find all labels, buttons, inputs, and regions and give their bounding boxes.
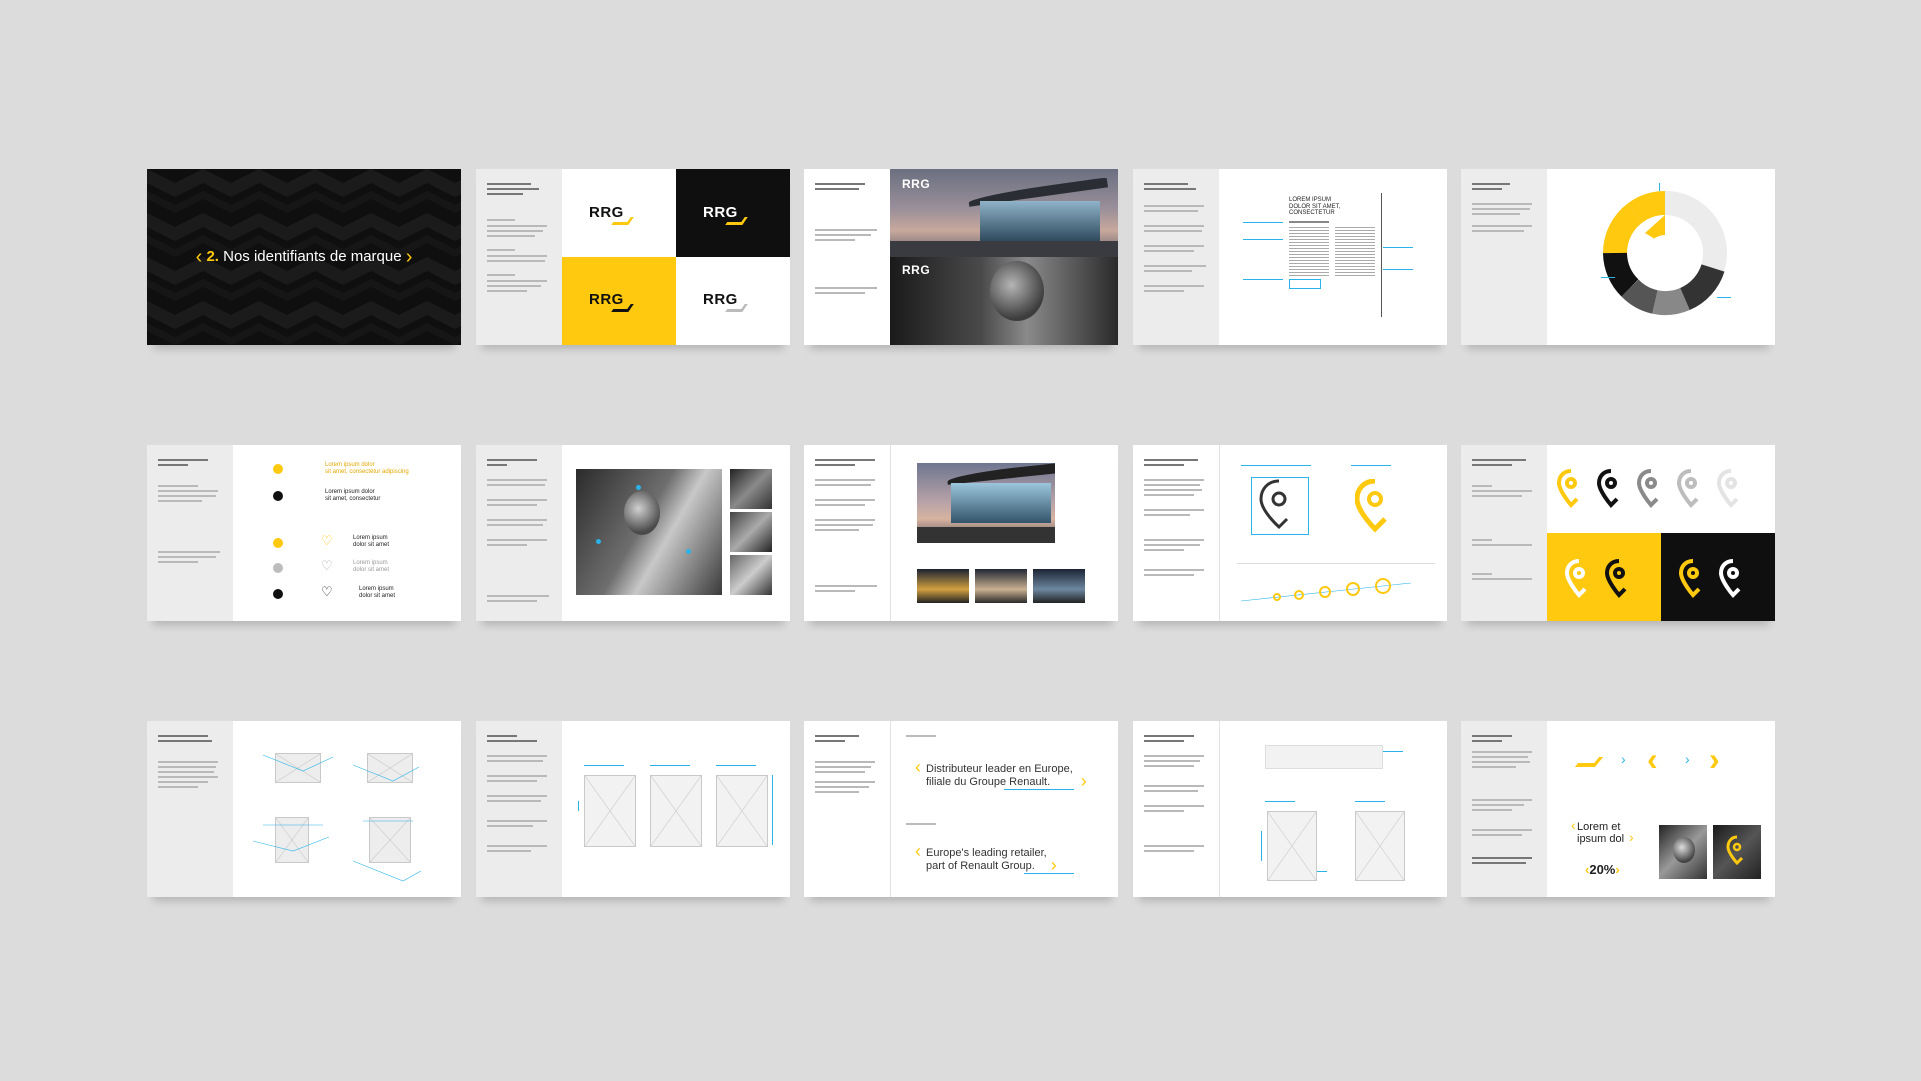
chevron-right-icon: › — [1709, 741, 1720, 777]
placeholder-page — [716, 775, 768, 847]
placeholder-page — [584, 775, 636, 847]
slide-6-color-usage[interactable]: Lorem ipsum dolor sit amet, consectetur … — [147, 445, 461, 621]
slide-7-photo-grid[interactable] — [476, 445, 790, 621]
placeholder-banner — [1265, 745, 1383, 769]
chevron-right-icon: › — [1050, 855, 1057, 875]
thumb-photo — [975, 569, 1027, 603]
sidebar — [1461, 445, 1547, 621]
chevron-outline-icon: › — [1621, 751, 1626, 767]
placeholder-page — [650, 775, 702, 847]
chevron-right-icon: › — [405, 246, 413, 268]
slide-9-pictogram-construction[interactable] — [1133, 445, 1447, 621]
pin-icon — [1355, 479, 1387, 533]
slide-11-graphic-system[interactable] — [147, 721, 461, 897]
usage-label-2: Lorem ipsum dolor sit amet, consectetur — [325, 489, 381, 502]
slide-12-flexible-system[interactable] — [476, 721, 790, 897]
sidebar — [476, 445, 562, 621]
mechanic-photo — [576, 469, 722, 595]
pin-icon — [1259, 479, 1289, 530]
quote-english: ‹ Europe's leading retailer, part of Ren… — [915, 841, 1057, 875]
sidebar — [1461, 721, 1547, 897]
slide-13-label-construction[interactable]: ‹ Distributeur leader en Europe, filiale… — [804, 721, 1118, 897]
black-dot-icon — [273, 589, 283, 599]
thumb-photo — [730, 469, 772, 509]
slide-2-logo-versions[interactable]: RRG RRG RRG RRG — [476, 169, 790, 345]
chevron-down-icon — [1574, 757, 1604, 767]
hierarchy-headline: LOREM IPSUM DOLOR SIT AMET, CONSECTETUR — [1289, 197, 1341, 216]
chevron-outline-icon: › — [1685, 751, 1690, 767]
palette-donut-chart — [1603, 191, 1727, 316]
heart-icon: ♡ — [321, 558, 333, 573]
cover-title: ‹ 2. Nos identifiants de marque › — [147, 246, 461, 269]
heart-label-3: Lorem ipsum dolor sit amet — [359, 586, 396, 599]
slide-10-pictogram-colors[interactable] — [1461, 445, 1775, 621]
black-dot-icon — [273, 491, 283, 501]
slide-15-emotional-elements[interactable]: › ‹ › › ‹ Lorem et ipsum dol › ‹20%› — [1461, 721, 1775, 897]
chevron-left-icon: ‹ — [1571, 817, 1576, 833]
thumb-photo — [917, 569, 969, 603]
sidebar — [476, 721, 562, 897]
slide-1-cover[interactable]: ‹ 2. Nos identifiants de marque › — [147, 169, 461, 345]
chevron-left-icon: ‹ — [915, 757, 921, 777]
quote-french: ‹ Distributeur leader en Europe, filiale… — [915, 757, 1087, 791]
slide-8-concession-visuals[interactable] — [804, 445, 1118, 621]
pin-icon — [1726, 835, 1744, 866]
placeholder-page — [1267, 811, 1317, 881]
chevron-left-icon: ‹ — [915, 841, 921, 861]
heart-icon: ♡ — [321, 533, 333, 548]
photo-thumb-pin — [1713, 825, 1761, 879]
sidebar — [147, 445, 233, 621]
sidebar — [1133, 445, 1219, 621]
slide-4-info-hierarchy[interactable]: LOREM IPSUM DOLOR SIT AMET, CONSECTETUR — [1133, 169, 1447, 345]
heart-label-1: Lorem ipsum dolor sit amet — [353, 535, 390, 548]
sidebar — [804, 169, 890, 345]
sidebar — [804, 445, 890, 621]
sidebar — [1133, 721, 1219, 897]
pin-icons-on-yellow — [1564, 559, 1627, 598]
pin-icons-row — [1556, 469, 1739, 508]
gray-dot-icon — [273, 563, 283, 573]
chevron-left-icon: ‹ — [195, 246, 203, 268]
sidebar — [147, 721, 233, 897]
chevron-right-icon: › — [1080, 771, 1087, 791]
slide-14-grid-system[interactable] — [1133, 721, 1447, 897]
heart-label-2: Lorem ipsum dolor sit amet — [353, 560, 390, 573]
thumb-photo — [730, 555, 772, 595]
lorem-callout: ‹ Lorem et ipsum dol — [1571, 817, 1625, 845]
sidebar — [1461, 169, 1547, 345]
percent-callout: ‹20%› — [1585, 862, 1620, 877]
yellow-dot-icon — [273, 538, 283, 548]
chevron-right-icon: › — [1629, 829, 1634, 845]
sidebar — [1133, 169, 1219, 345]
sidebar — [476, 169, 562, 345]
cover-text: Nos identifiants de marque — [223, 248, 402, 265]
placeholder-page — [1355, 811, 1405, 881]
logo-on-photo: RRG — [902, 177, 931, 191]
slide-3-photo-usage[interactable]: RRG RRG — [804, 169, 1118, 345]
pin-icons-on-black — [1678, 559, 1741, 598]
heart-icon: ♡ — [321, 584, 333, 599]
sidebar — [804, 721, 890, 897]
photo-thumb-bw — [1659, 825, 1707, 879]
tag-label — [906, 823, 936, 825]
building-photo — [917, 463, 1055, 543]
yellow-dot-icon — [273, 464, 283, 474]
thumb-photo — [1033, 569, 1085, 603]
slide-5-color-palette[interactable] — [1461, 169, 1775, 345]
thumb-photo — [730, 512, 772, 552]
chevron-left-icon: ‹ — [1647, 741, 1658, 777]
tag-label — [906, 735, 936, 737]
usage-label-1: Lorem ipsum dolor sit amet, consectetur … — [325, 462, 409, 475]
logo-on-photo: RRG — [902, 263, 931, 277]
pin-sizes-row — [1241, 578, 1411, 602]
building-photo: RRG — [890, 169, 1118, 257]
cover-number: 2. — [206, 248, 219, 265]
mechanic-photo: RRG — [890, 257, 1118, 345]
guide-lines — [252, 754, 422, 882]
